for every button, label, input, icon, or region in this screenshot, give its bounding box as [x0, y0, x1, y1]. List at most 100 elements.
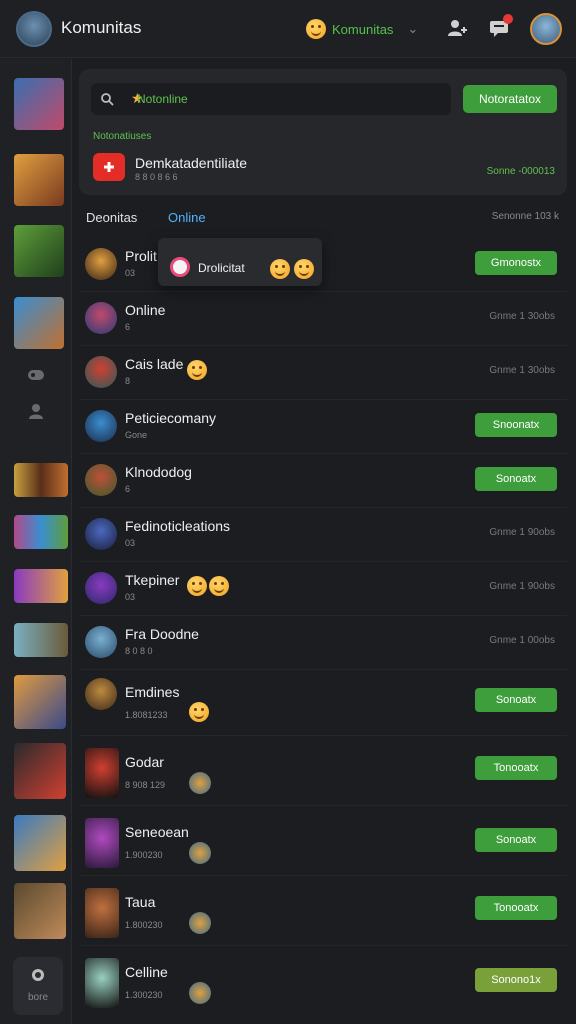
search-icon [101, 93, 114, 106]
avatar [85, 958, 119, 1008]
list-item[interactable]: Godar 8 908 129 Tonooatx [79, 740, 567, 806]
avatar [85, 518, 117, 550]
list-item-name: Fedinoticleations [125, 518, 231, 534]
smile-emoji-icon [294, 259, 314, 279]
list-item[interactable]: Taua 1.800230 Tonooatx [79, 880, 567, 946]
profile-avatar[interactable] [530, 13, 562, 45]
list-item-sub: 8 0 8 0 [125, 646, 153, 656]
rail-game-tile[interactable] [14, 569, 68, 603]
side-rail: bore [0, 59, 72, 1024]
community-selector[interactable]: Komunitas ⌄ [306, 17, 418, 41]
list-item-name: Emdines [125, 684, 180, 700]
join-button[interactable]: Sonoatx [475, 688, 557, 712]
rail-game-tile[interactable] [14, 463, 68, 497]
user-icon[interactable] [27, 402, 45, 420]
join-button[interactable]: Tonooatx [475, 756, 557, 780]
rail-game-tile[interactable] [14, 154, 64, 206]
list-item[interactable]: Peticiecomany Gone Snoonatx [79, 400, 567, 454]
mini-avatar [189, 772, 211, 794]
rail-game-tile[interactable] [14, 78, 64, 130]
list-item-name: Seneoean [125, 824, 189, 840]
list-item-meta: Gnme 1 90obs [489, 527, 555, 538]
list-item-sub: Gone [125, 430, 148, 440]
list-item-name: Tkepiner [125, 572, 180, 588]
smile-emoji-icon [306, 19, 326, 39]
search-bar: ★ [91, 83, 451, 115]
list-item-meta: Gnme 1 90obs [489, 581, 555, 592]
smile-emoji-icon [187, 576, 207, 596]
status-ring-icon [170, 257, 190, 277]
rail-home-label: bore [27, 992, 48, 1003]
community-label: Komunitas [332, 21, 394, 37]
floating-card-label: Drolicitat [198, 261, 245, 275]
app-title: Komunitas [61, 18, 142, 37]
home-icon [32, 969, 44, 981]
list-item[interactable]: Emdines 1.8081233 Sonoatx [79, 670, 567, 736]
list-item-sub: 03 [125, 268, 136, 278]
list-item-name: Fra Doodne [125, 626, 199, 642]
list-item-name: Godar [125, 754, 164, 770]
list-item[interactable]: Tkepiner 03 Gnme 1 90obs [79, 562, 567, 616]
list-item[interactable]: Fra Doodne 8 0 8 0 Gnme 1 00obs [79, 616, 567, 670]
avatar [85, 626, 117, 658]
rail-game-tile[interactable] [14, 675, 66, 729]
mini-avatar [189, 912, 211, 934]
app-avatar[interactable] [16, 11, 52, 47]
join-button[interactable]: Sonono1x [475, 968, 557, 992]
smile-emoji-icon [187, 360, 207, 380]
join-button[interactable]: Sonoatx [475, 467, 557, 491]
list-item[interactable]: Cais lade 8 Gnme 1 30obs [79, 346, 567, 400]
list-item-name: Online [125, 302, 166, 318]
video-logo-icon [93, 153, 125, 181]
list-item[interactable]: Fedinoticleations 03 Gnme 1 90obs [79, 508, 567, 562]
mini-avatar [189, 982, 211, 1004]
tab-communities[interactable]: Deonitas [86, 210, 137, 225]
primary-action-button[interactable]: Notoratatox [463, 85, 557, 113]
list-item[interactable]: Klnododog 6 Sonoatx [79, 454, 567, 508]
list-item-name: Klnododog [125, 464, 192, 480]
list-item-meta: Gnme 1 00obs [489, 635, 555, 646]
rail-game-tile[interactable] [14, 225, 64, 277]
search-input[interactable] [115, 83, 445, 115]
list-item-sub: 6 [125, 484, 131, 494]
list-item[interactable]: Celline 1.300230 Sonono1x [79, 950, 567, 1016]
rail-game-tile[interactable] [14, 743, 66, 799]
list-item-meta: Gnme 1 30obs [489, 365, 555, 376]
list-item[interactable]: Seneoean 1.900230 Sonoatx [79, 810, 567, 876]
smile-emoji-icon [209, 576, 229, 596]
rail-game-tile[interactable] [14, 623, 68, 657]
list-item-sub: 8 [125, 376, 131, 386]
list-item-sub: 1.300230 [125, 990, 163, 1000]
join-button[interactable]: Snoonatx [475, 413, 557, 437]
list-item-name: Taua [125, 894, 156, 910]
rail-game-tile[interactable] [14, 515, 68, 549]
tab-online[interactable]: Online [168, 210, 206, 225]
join-button[interactable]: Tonooatx [475, 896, 557, 920]
add-user-icon[interactable] [446, 17, 468, 39]
rail-game-tile[interactable] [14, 883, 66, 939]
list-item-name: Cais lade [125, 356, 184, 372]
controller-icon[interactable] [27, 366, 45, 384]
smile-emoji-icon [270, 259, 290, 279]
rail-game-tile[interactable] [14, 815, 66, 871]
avatar [85, 302, 117, 334]
join-button[interactable]: Gmonostx [475, 251, 557, 275]
list-item-meta: Gnme 1 30obs [489, 311, 555, 322]
list-item-sub: 1.8081233 [125, 710, 168, 720]
avatar [85, 888, 119, 938]
join-button[interactable]: Sonoatx [475, 828, 557, 852]
mini-avatar [189, 842, 211, 864]
list-item[interactable]: Online 6 Gnme 1 30obs [79, 292, 567, 346]
avatar [85, 356, 117, 388]
list-item-name: Peticiecomany [125, 410, 217, 426]
rail-game-tile[interactable] [14, 297, 64, 349]
featured-title[interactable]: Demkatadentiliate [135, 155, 247, 171]
list-item[interactable]: Prolit 03 Gmonostx [79, 238, 567, 292]
avatar [85, 410, 117, 442]
list-header-count: Senonne 103 k [491, 211, 559, 222]
smile-emoji-icon [189, 702, 209, 722]
section-label: Notonatiuses [93, 131, 152, 142]
floating-card[interactable]: Drolicitat [158, 238, 322, 286]
rail-home-button[interactable]: bore [13, 957, 63, 1015]
avatar [85, 464, 117, 496]
